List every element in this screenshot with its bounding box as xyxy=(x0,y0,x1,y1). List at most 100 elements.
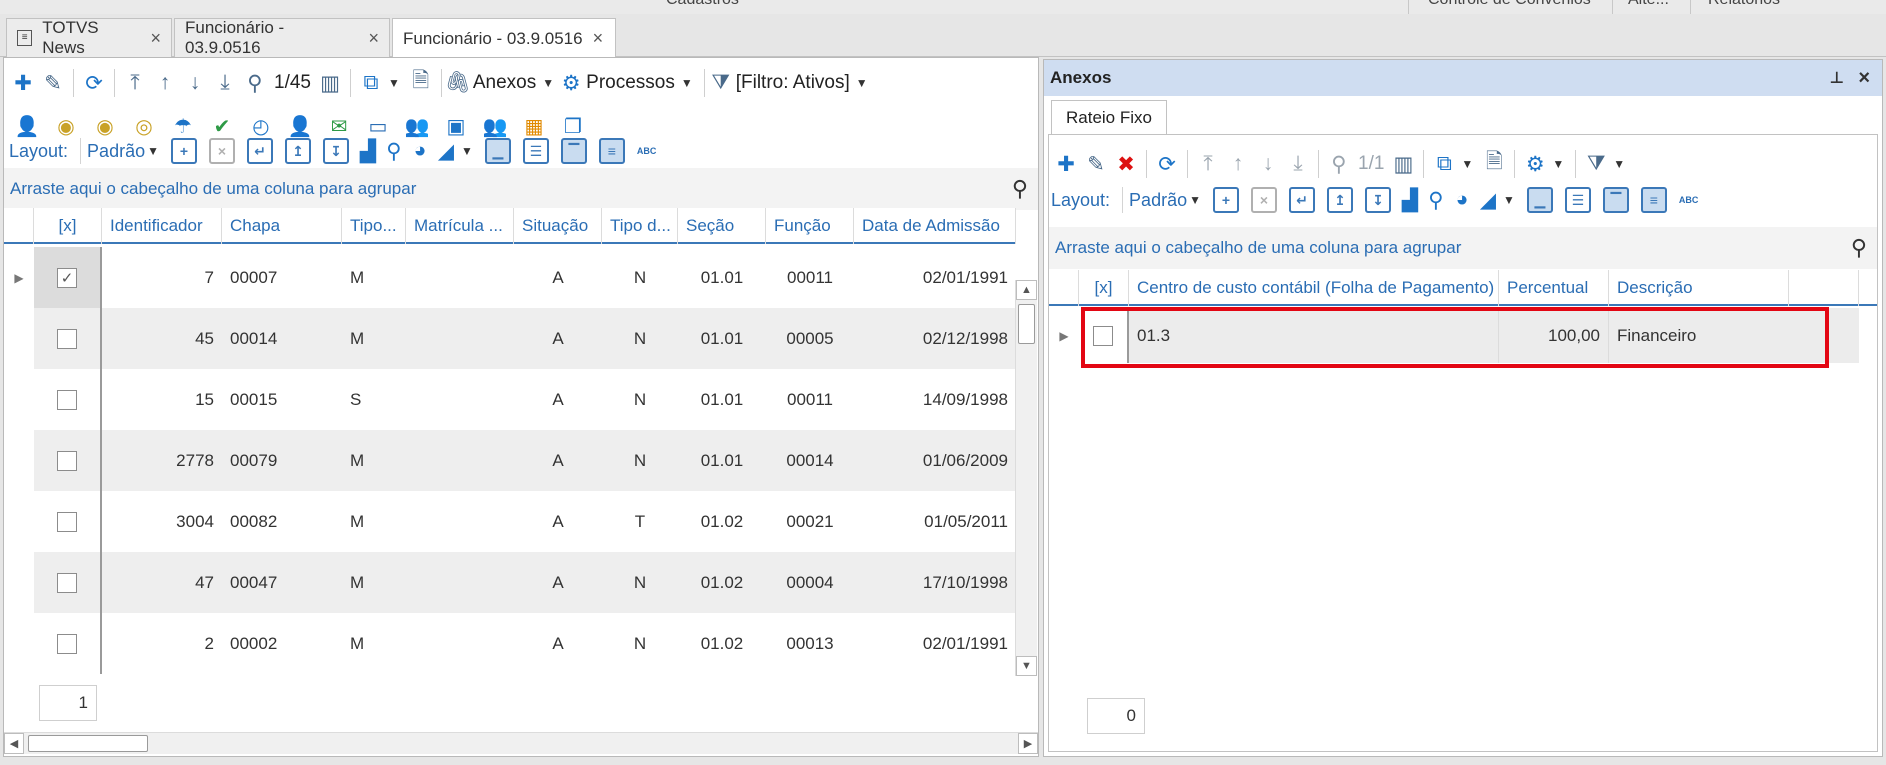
cell-admissao[interactable]: 17/10/1998 xyxy=(854,552,1016,613)
delete-icon[interactable]: ✖ xyxy=(1111,149,1141,179)
split-toggle-icon[interactable]: ☰ xyxy=(522,138,549,164)
cell-secao[interactable]: 01.02 xyxy=(678,491,766,552)
edit-icon[interactable]: ✎ xyxy=(1081,149,1111,179)
cell-funcao[interactable]: 00021 xyxy=(766,491,854,552)
cell-matricula[interactable] xyxy=(406,308,514,369)
cell-tipod[interactable]: N xyxy=(602,308,678,369)
export-icon[interactable]: ⧉ xyxy=(1429,149,1459,179)
table-row[interactable]: 3004 00082 M A T 01.02 00021 01/05/2011 xyxy=(4,491,1016,552)
column-header[interactable]: Identificador xyxy=(102,208,222,244)
cell-secao[interactable]: 01.01 xyxy=(678,369,766,430)
first-record-icon[interactable]: ⤒ xyxy=(120,68,150,98)
scroll-thumb[interactable] xyxy=(28,735,148,752)
cell-admissao[interactable]: 01/05/2011 xyxy=(854,491,1016,552)
tab-funcionario-2[interactable]: Funcionário - 03.9.0516 × xyxy=(392,18,616,58)
save-layout-icon[interactable]: ↵ xyxy=(1288,187,1315,213)
cell-tipod[interactable]: N xyxy=(602,369,678,430)
ribbon-group-cadastros[interactable]: Cadastros xyxy=(666,0,739,9)
import-layout-icon[interactable]: ↥ xyxy=(1326,187,1353,213)
filter-icon[interactable]: ⧩ xyxy=(1581,149,1611,179)
cell-tipo[interactable]: S xyxy=(342,369,406,430)
chevron-down-icon[interactable]: ▼ xyxy=(1552,157,1564,171)
cell-chapa[interactable]: 00015 xyxy=(222,369,342,430)
cell-id[interactable]: 2778 xyxy=(102,430,222,491)
cell-chapa[interactable]: 00047 xyxy=(222,552,342,613)
refresh-icon[interactable]: ⟳ xyxy=(79,68,109,98)
split-toggle-icon[interactable]: ☰ xyxy=(1564,187,1591,213)
header-toggle-icon[interactable]: ▔ xyxy=(1602,187,1629,213)
cell-id[interactable]: 7 xyxy=(102,247,222,308)
cell-tipod[interactable]: N xyxy=(602,430,678,491)
document-icon[interactable]: 🗎 xyxy=(1479,149,1509,179)
layout-preset-dropdown[interactable]: Padrão xyxy=(1129,190,1187,211)
cell-id[interactable]: 15 xyxy=(102,369,222,430)
cell-matricula[interactable] xyxy=(406,247,514,308)
save-layout-icon[interactable]: ↵ xyxy=(246,138,273,164)
column-header[interactable]: Data de Admissão xyxy=(854,208,1016,244)
footer-toggle-icon[interactable]: ▁ xyxy=(1526,187,1553,213)
row-checkbox-cell[interactable] xyxy=(34,308,102,369)
pin-icon[interactable]: ⊥ xyxy=(1829,68,1844,88)
chart-icon[interactable]: ◢ xyxy=(1475,185,1501,215)
cell-id[interactable]: 3004 xyxy=(102,491,222,552)
header-toggle-icon[interactable]: ▔ xyxy=(560,138,587,164)
cell-funcao[interactable]: 00004 xyxy=(766,552,854,613)
cell-chapa[interactable]: 00082 xyxy=(222,491,342,552)
table-row[interactable]: 47 00047 M A N 01.02 00004 17/10/1998 xyxy=(4,552,1016,613)
row-checkbox[interactable] xyxy=(57,511,77,532)
pin-icon[interactable]: ⚲ xyxy=(1423,185,1449,215)
chevron-down-icon[interactable]: ▼ xyxy=(1189,193,1201,207)
column-header[interactable]: Tipo... xyxy=(342,208,406,244)
chevron-down-icon[interactable]: ▼ xyxy=(147,144,159,158)
cell-id[interactable]: 2 xyxy=(102,613,222,674)
column-header[interactable]: Seção xyxy=(678,208,766,244)
cell-secao[interactable]: 01.01 xyxy=(678,308,766,369)
column-header[interactable]: Chapa xyxy=(222,208,342,244)
ribbon-group-alte[interactable]: Alte... xyxy=(1628,0,1669,9)
chevron-down-icon[interactable]: ▼ xyxy=(461,144,473,158)
cell-chapa[interactable]: 00079 xyxy=(222,430,342,491)
color-icon[interactable]: ◕ xyxy=(1449,185,1475,215)
chevron-down-icon[interactable]: ▼ xyxy=(1461,157,1473,171)
column-header[interactable]: Situação xyxy=(514,208,602,244)
column-header[interactable]: [x] xyxy=(34,208,102,244)
column-header[interactable]: Função xyxy=(766,208,854,244)
scroll-left-icon[interactable]: ◀ xyxy=(4,733,24,754)
color-icon[interactable]: ◕ xyxy=(407,136,433,166)
ribbon-group-relatorios[interactable]: Relatórios xyxy=(1708,0,1780,9)
grid-vertical-scrollbar[interactable]: ▲ ▼ xyxy=(1015,280,1037,676)
row-checkbox[interactable] xyxy=(57,328,77,349)
cell-funcao[interactable]: 00011 xyxy=(766,369,854,430)
export-icon[interactable]: ⧉ xyxy=(356,68,386,98)
cell-id[interactable]: 45 xyxy=(102,308,222,369)
cell-tipod[interactable]: T xyxy=(602,491,678,552)
group-by-area[interactable]: Arraste aqui o cabeçalho de uma coluna p… xyxy=(4,168,1038,210)
table-row[interactable]: 15 00015 S A N 01.01 00011 14/09/1998 xyxy=(4,369,1016,430)
cell-admissao[interactable]: 14/09/1998 xyxy=(854,369,1016,430)
table-row[interactable]: 2778 00079 M A N 01.01 00014 01/06/2009 xyxy=(4,430,1016,491)
add-icon[interactable]: ✚ xyxy=(1051,149,1081,179)
cell-situacao[interactable]: A xyxy=(514,552,602,613)
cell-tipo[interactable]: M xyxy=(342,430,406,491)
scroll-thumb[interactable] xyxy=(1018,304,1035,344)
cell-matricula[interactable] xyxy=(406,552,514,613)
cell-admissao[interactable]: 01/06/2009 xyxy=(854,430,1016,491)
column-header[interactable]: Descrição xyxy=(1609,270,1789,306)
scroll-right-icon[interactable]: ▶ xyxy=(1018,733,1038,754)
table-row[interactable]: 2 00002 M A N 01.02 00013 02/01/1991 xyxy=(4,613,1016,674)
cell-chapa[interactable]: 00002 xyxy=(222,613,342,674)
tab-totvs-news[interactable]: ≡ TOTVS News × xyxy=(6,18,172,57)
scroll-down-icon[interactable]: ▼ xyxy=(1016,656,1037,676)
cell-matricula[interactable] xyxy=(406,613,514,674)
cell-tipo[interactable]: M xyxy=(342,308,406,369)
cell-id[interactable]: 47 xyxy=(102,552,222,613)
tab-rateio-fixo[interactable]: Rateio Fixo xyxy=(1051,100,1167,134)
add-layout-icon[interactable]: + xyxy=(170,138,197,164)
table-row[interactable]: 45 00014 M A N 01.01 00005 02/12/1998 xyxy=(4,308,1016,369)
column-header[interactable]: Centro de custo contábil (Folha de Pagam… xyxy=(1129,270,1499,306)
cell-funcao[interactable]: 00014 xyxy=(766,430,854,491)
table-row[interactable]: ▶ ✓ 7 00007 M A N 01.01 00011 02/01/1991 xyxy=(4,247,1016,308)
row-checkbox[interactable] xyxy=(57,572,77,593)
cell-chapa[interactable]: 00014 xyxy=(222,308,342,369)
cell-matricula[interactable] xyxy=(406,369,514,430)
